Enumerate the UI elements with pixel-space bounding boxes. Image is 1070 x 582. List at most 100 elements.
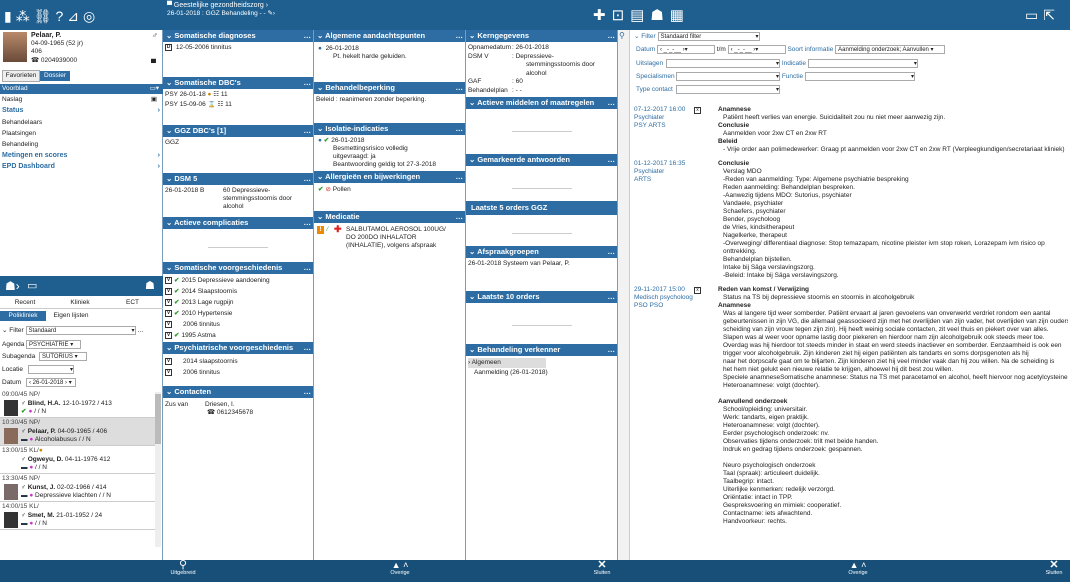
chevron-right-icon[interactable]: › [266,2,268,9]
tree-item-aanmelding[interactable]: Aanmelding (26-01-2018) [468,368,615,378]
contact-item[interactable]: Zus van Driesen, I. ☎ 0612345678 [165,401,311,419]
type-contact-select[interactable]: ▾ [676,85,780,94]
list-item[interactable]: V ✔ 2014 Slaapstoornis [165,286,311,297]
panel-header-laatste-10-orders[interactable]: ⌄ Laatste 10 orders… [466,290,617,303]
ruler-icon[interactable]: ⊿ [67,8,83,24]
functie-select[interactable]: ▾ [804,72,915,81]
nav-item-epd-dashboard[interactable]: EPD Dashboard › [0,161,163,172]
panel-header-aandachtspunten[interactable]: ⌄ Algemene aandachtspunten… [314,30,465,42]
panel-header-psychiatrische-voorgeschiedenis[interactable]: ⌄ Psychiatrische voorgeschiedenis… [163,342,313,355]
panel-header-dsm5[interactable]: ⌄ DSM 5… [163,173,313,186]
list-item[interactable]: PSY 26-01-18 ● ☷ 11 [165,91,311,100]
list-item[interactable]: 26-01-2018 Systeem van Pelaar, P. [468,260,615,269]
book-icon[interactable]: ▮ [4,8,16,24]
more-icon[interactable]: … [304,173,312,185]
list-item[interactable]: 14:00/15 KL/♂ Smet, M. 21-01-1952 / 24 ▬ … [0,502,155,530]
panel-header-somatische-dbcs[interactable]: ⌄ Somatische DBC's… [163,76,313,89]
printer-icon[interactable]: ▦ [670,7,690,24]
more-icon[interactable]: … [608,344,616,356]
journal-scrollbar[interactable]: ⚲ [618,30,630,560]
user-settings-icon[interactable]: ☗ [145,279,155,292]
list-item[interactable]: 10:30/45 NP/♂ Pelaar, P. 04-09-1965 / 40… [0,418,155,446]
more-icon[interactable]: … [608,97,616,109]
panel-header-behandelbeperking[interactable]: ⌄ Behandelbeperking… [314,82,465,94]
window-icon[interactable]: ▭ [27,279,37,292]
more-icon[interactable]: … [304,217,312,229]
more-icon[interactable]: … [137,327,144,334]
nav-item-status[interactable]: Status › [0,105,163,117]
list-item[interactable]: ! ⁄ ✚ SALBUTAMOL AEROSOL 100UG/DO 200DO … [316,225,463,256]
checkbox-icon[interactable]: V [165,299,172,306]
more-icon[interactable]: … [456,211,464,223]
sluiten-button[interactable]: ✕ Sluiten [588,560,616,577]
more-icon[interactable]: … [304,125,312,137]
checkbox-icon[interactable]: V [165,332,172,339]
nav-item-naslag[interactable]: Naslag ▣ [0,94,163,105]
help-icon[interactable]: ? [56,8,68,24]
list-item[interactable]: V ✔ 2015 Depressieve aandoening [165,275,311,286]
checkbox-icon[interactable]: V [165,358,172,365]
list-item[interactable]: D 12-05-2006 tinnitus [165,44,311,53]
nav-item-behandelaars[interactable]: Behandelaars [0,117,163,128]
list-item[interactable]: V ✔ 1995 Astma [165,330,311,341]
sluiten-button-right[interactable]: ✕ Sluiten [1040,560,1068,577]
nav-item-voorblad[interactable]: Voorblad ▭▾ [0,84,163,94]
more-icon[interactable]: … [456,171,464,183]
more-icon[interactable]: … [304,386,312,398]
list-item[interactable]: ● ✔ 26-01-2018 Besmettingsrisico volledig… [318,137,461,169]
locatie-select[interactable]: ▾ [28,365,74,374]
export-icon[interactable]: ⇱ [1043,7,1060,23]
panel-header-actieve-complicaties[interactable]: ⌄ Actieve complicaties… [163,217,313,230]
uitslagen-select[interactable]: ▾ [666,59,780,68]
nav-item-metingen[interactable]: Metingen en scores › [0,150,163,161]
add-icon[interactable]: ✚ [593,7,612,24]
panel-header-behandeling-verkenner[interactable]: ⌄ Behandeling verkenner… [466,343,617,356]
journal-entry[interactable]: 07-12-2017 16:00 Psychiater PSY ARTS x Ana… [632,106,1068,154]
tab-recent[interactable]: Recent [0,298,50,308]
panel-header-contacten[interactable]: ⌄ Contacten… [163,386,313,399]
panel-header-ggz-dbcs[interactable]: ⌄ GGZ DBC's [1]… [163,124,313,137]
list-item[interactable]: ✔ ⊘ Pollen [318,186,461,195]
more-icon[interactable]: … [304,77,312,89]
list-item[interactable]: Beleid : reanimeren zonder beperking. [316,96,463,105]
search-button[interactable]: ⚲ Uitgebreid [168,560,198,577]
list-item[interactable]: 13:00/15 KL/● ♂ Ogweyu, D. 04-11-1976 412… [0,446,155,474]
overige-button-right[interactable]: ▲ ˄ Overige [838,561,878,577]
checkbox-icon[interactable]: V [165,321,172,328]
tab-dossier[interactable]: Dossier [40,71,70,81]
more-icon[interactable]: … [456,30,464,42]
tree-item-algemeen[interactable]: › Algemeen [468,357,546,368]
checkbox-icon[interactable]: V [165,310,172,317]
document-icon[interactable]: ▤ [630,7,650,24]
checkbox-icon[interactable]: V [165,288,172,295]
panel-header-orders-ggz[interactable]: Laatste 5 orders GGZ [466,201,617,215]
checkbox-icon[interactable]: V [165,369,172,376]
more-icon[interactable]: … [304,342,312,354]
soort-informatie-select[interactable]: Aanmelding onderzoek; Aanvullen ▾ [835,45,946,54]
tab-kliniek[interactable]: Kliniek [50,298,110,308]
more-icon[interactable]: … [304,262,312,274]
journal-entry[interactable]: 01-12-2017 16:35 Psychiater ARTS Conclusie… [632,160,1068,280]
panel-header-allergie[interactable]: ⌄ Allergieën en bijwerkingen… [314,170,465,183]
list-item[interactable]: V ✔ 2010 Hypertensie [165,308,311,319]
list-item[interactable]: 09:00/45 NP/♂ Blind, H.A. 12-10-1972 / 4… [0,390,155,418]
form-icon[interactable]: ⊡ [612,7,631,24]
more-icon[interactable]: … [456,82,464,94]
subagenda-select[interactable]: SUTORIUS ▾ [39,352,87,361]
more-icon[interactable]: … [304,30,312,42]
window-icon[interactable]: ▭▾ [150,84,159,94]
panel-header-maatregelen[interactable]: ⌄ Actieve middelen of maatregelen… [466,97,617,109]
tab-favorieten[interactable]: Favorieten [2,70,40,82]
list-item[interactable]: V ✔ 2013 Lage rugpijn [165,297,311,308]
datum-select[interactable]: ‹ 26-01-2018 › ▾ [26,378,76,387]
panel-header-gemarkeerde-antwoorden[interactable]: ⌄ Gemarkeerde antwoorden… [466,154,617,166]
datum-to-field[interactable]: ‹ _-_-__ ›▾ [727,45,786,54]
edit-icon[interactable]: ✎› [267,10,275,17]
list-item[interactable]: V 2006 tinnitus [165,367,311,378]
panel-header-afspraakgroepen[interactable]: ⌄ Afspraakgroepen… [466,246,617,258]
journal-entry[interactable]: 29-11-2017 15:00 Medisch psycholoog PSO PS… [632,286,1068,526]
panel-header-medicatie[interactable]: ⌄ Medicatie… [314,211,465,223]
tab-polikliniek[interactable]: Polikliniek [0,311,46,321]
list-scrollbar[interactable] [155,392,161,547]
list-item[interactable]: V 2014 slaapstoornis [165,356,311,367]
